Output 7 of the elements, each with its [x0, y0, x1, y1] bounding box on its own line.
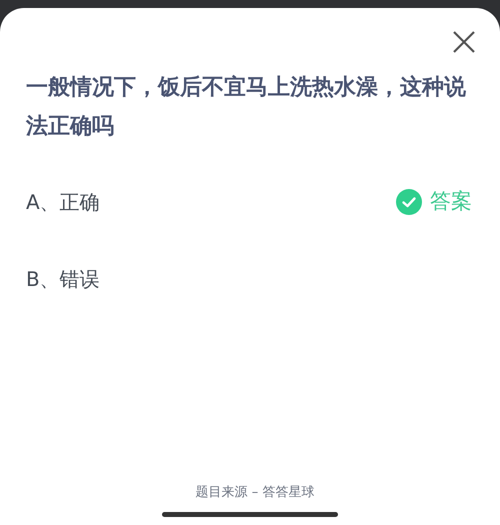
- check-icon: [396, 189, 422, 215]
- answer-label: 答案: [430, 188, 472, 216]
- option-text[interactable]: B、错误: [26, 264, 100, 294]
- source-text: 题目来源 – 答答星球: [196, 484, 314, 502]
- option-text[interactable]: A、正确: [26, 187, 100, 217]
- close-icon[interactable]: [452, 30, 476, 54]
- question-text: 一般情况下，饭后不宜马上洗热水澡，这种说法正确吗: [26, 74, 467, 141]
